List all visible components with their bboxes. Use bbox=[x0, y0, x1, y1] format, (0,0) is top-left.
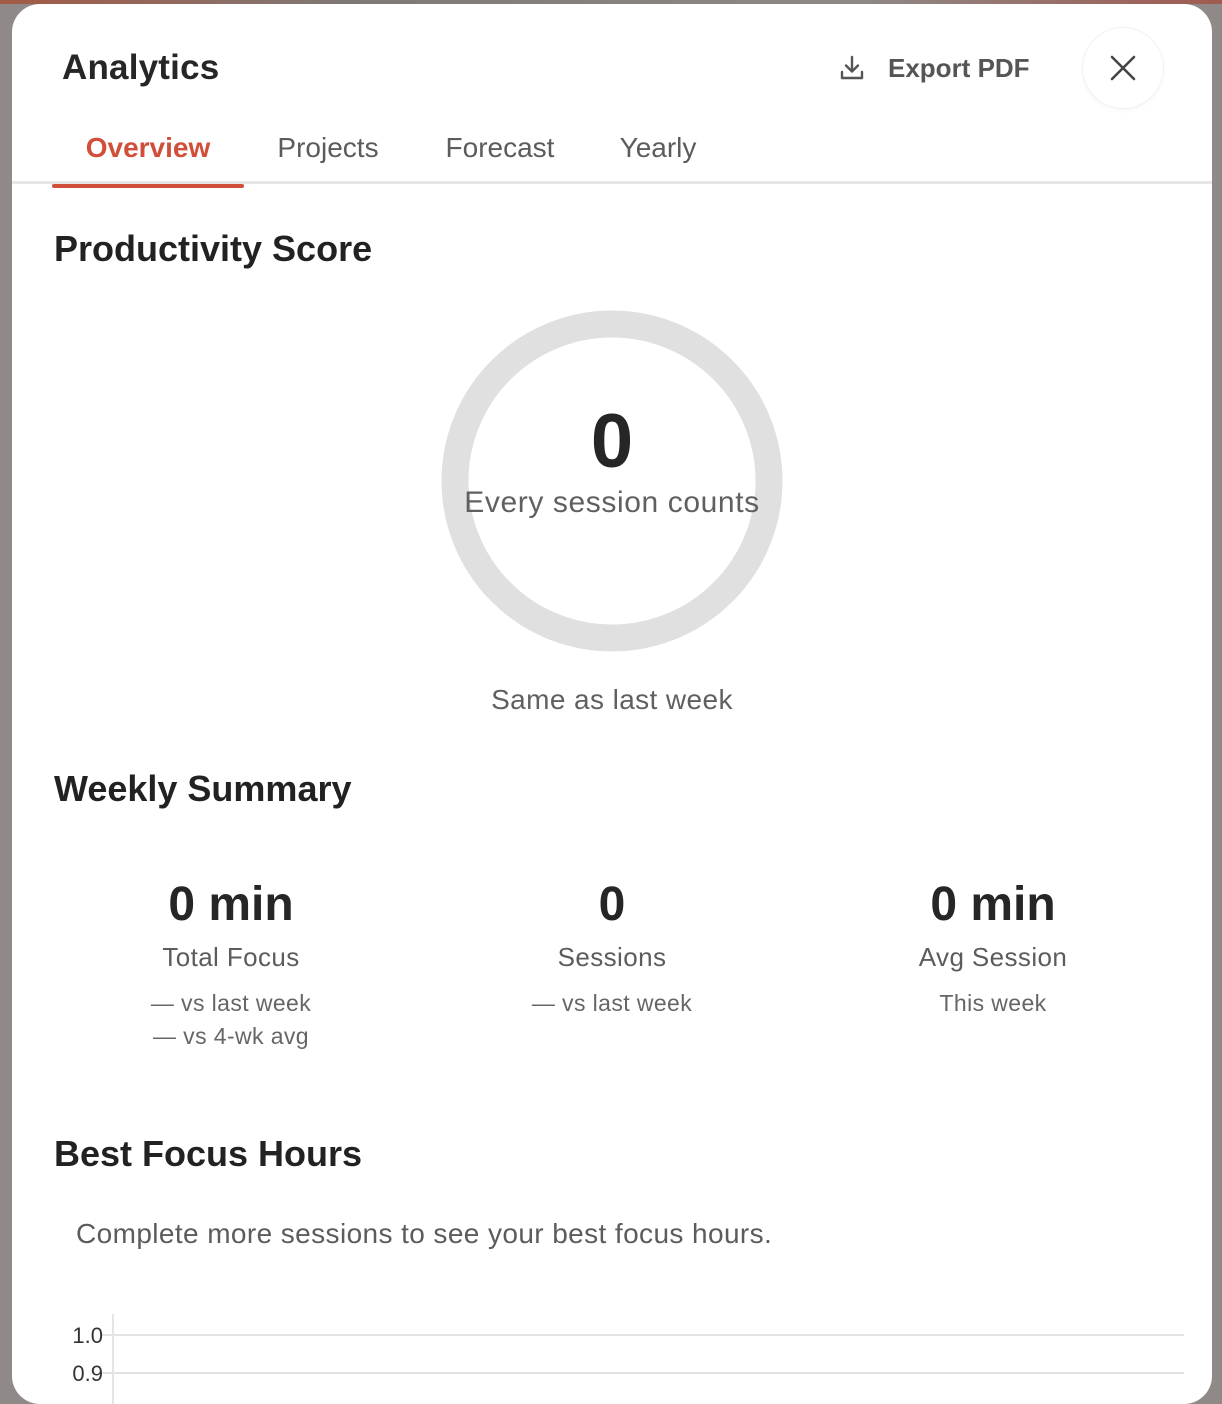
tab-yearly-label: Yearly bbox=[619, 132, 697, 163]
productivity-score-title: Productivity Score bbox=[54, 228, 373, 269]
stat-sub-line: — vs last week bbox=[150, 990, 312, 1016]
y-tick-label: 1.0 bbox=[72, 1323, 103, 1348]
score-caption: Every session counts bbox=[464, 486, 760, 519]
close-button[interactable] bbox=[1083, 28, 1163, 108]
stat-subtext: — vs last week bbox=[422, 987, 802, 1020]
tab-projects-label: Projects bbox=[277, 132, 379, 163]
active-tab-indicator bbox=[52, 184, 244, 188]
weekly-summary-title: Weekly Summary bbox=[54, 768, 352, 809]
tab-yearly[interactable]: Yearly bbox=[588, 108, 728, 188]
modal-title: Analytics bbox=[62, 48, 220, 87]
stat-sessions: 0 Sessions — vs last week bbox=[422, 874, 802, 1020]
modal-header: Analytics Export PDF Overview Projects F… bbox=[12, 4, 1212, 188]
stat-avg-session: 0 min Avg Session This week bbox=[803, 874, 1183, 1020]
stat-value: 0 min bbox=[168, 878, 294, 931]
best-hours-empty-message: Complete more sessions to see your best … bbox=[76, 1218, 773, 1249]
stat-label: Avg Session bbox=[918, 942, 1068, 972]
stat-subtext: — vs last week — vs 4-wk avg bbox=[41, 987, 421, 1053]
stat-label: Total Focus bbox=[162, 942, 300, 972]
stat-sub-line: — vs 4-wk avg bbox=[152, 1023, 309, 1049]
score-comparison: Same as last week bbox=[491, 684, 733, 715]
best-hours-chart: 1.0 0.9 bbox=[72, 1314, 1184, 1404]
export-pdf-label: Export PDF bbox=[888, 52, 1030, 83]
tab-divider bbox=[12, 181, 1212, 184]
export-pdf-button[interactable]: Export PDF bbox=[838, 46, 1030, 90]
tab-overview[interactable]: Overview bbox=[52, 108, 244, 188]
score-value: 0 bbox=[590, 399, 634, 484]
tab-overview-label: Overview bbox=[85, 132, 211, 163]
tab-projects[interactable]: Projects bbox=[244, 108, 412, 188]
analytics-modal: Analytics Export PDF Overview Projects F… bbox=[12, 4, 1212, 1404]
stat-label: Sessions bbox=[557, 942, 667, 972]
stat-total-focus: 0 min Total Focus — vs last week — vs 4-… bbox=[41, 874, 421, 1053]
stat-sub-line: This week bbox=[939, 990, 1047, 1016]
best-focus-hours-title: Best Focus Hours bbox=[54, 1133, 363, 1174]
y-tick-label: 0.9 bbox=[72, 1361, 103, 1386]
tab-forecast-label: Forecast bbox=[445, 132, 555, 163]
stat-subtext: This week bbox=[803, 987, 1183, 1020]
stat-value: 0 bbox=[598, 878, 626, 931]
download-icon bbox=[840, 55, 864, 80]
tab-forecast[interactable]: Forecast bbox=[412, 108, 588, 188]
stat-value: 0 min bbox=[930, 878, 1056, 931]
tab-bar: Overview Projects Forecast Yearly bbox=[52, 108, 728, 188]
close-icon bbox=[1110, 55, 1136, 81]
stat-sub-line: — vs last week bbox=[531, 990, 693, 1016]
